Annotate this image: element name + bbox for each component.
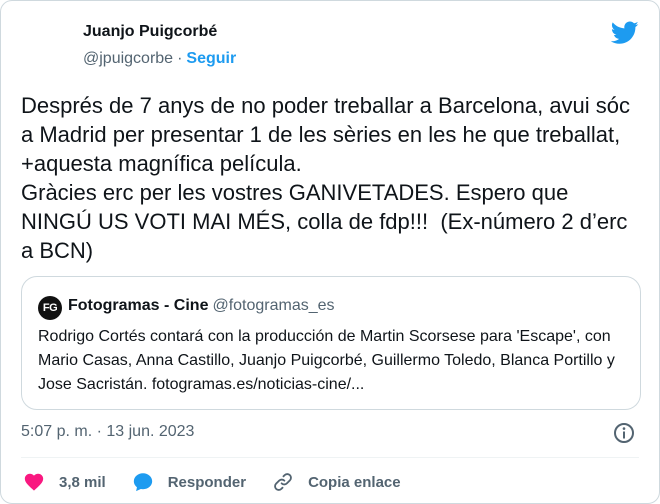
tweet-timestamp[interactable]: 5:07 p. m. · 13 jun. 2023	[21, 423, 194, 441]
tweet-card: Juanjo Puigcorbé @jpuigcorbe · Seguir Desp…	[0, 0, 660, 504]
meta-separator: ·	[177, 50, 183, 67]
like-count: 3,8 mil	[59, 473, 106, 491]
like-button[interactable]: 3,8 mil	[23, 471, 106, 493]
action-bar: 3,8 mil Responder Copia enlace	[23, 467, 427, 497]
fotogramas-logo: FG	[38, 296, 62, 320]
reply-button[interactable]: Responder	[132, 471, 246, 493]
avatar[interactable]	[21, 19, 69, 67]
link-icon	[274, 473, 292, 491]
heart-icon	[24, 473, 44, 491]
follow-button[interactable]: Seguir	[186, 50, 236, 67]
twitter-bird-icon[interactable]	[611, 21, 639, 45]
divider	[21, 457, 639, 458]
quote-author-handle: @fotogramas_es	[212, 297, 335, 314]
reply-bubble-icon	[133, 473, 152, 492]
tweet-header: Juanjo Puigcorbé @jpuigcorbe · Seguir	[21, 13, 643, 73]
author-name[interactable]: Juanjo Puigcorbé	[83, 23, 217, 41]
copy-link-label: Copia enlace	[308, 473, 401, 491]
tweet-text: Després de 7 anys de no poder treballar …	[21, 93, 631, 263]
quote-author: Fotogramas - Cine @fotogramas_es	[68, 297, 335, 315]
quote-author-name: Fotogramas - Cine	[68, 297, 209, 314]
info-icon[interactable]	[612, 421, 636, 445]
reply-label: Responder	[167, 473, 247, 491]
copy-link-button[interactable]: Copia enlace	[272, 471, 401, 493]
quote-text: Rodrigo Cortés contará con la producción…	[38, 328, 615, 393]
author-handle[interactable]: @jpuigcorbe	[83, 50, 173, 67]
quoted-tweet[interactable]: FG Fotogramas - Cine @fotogramas_es Rodri…	[21, 276, 641, 410]
author-meta: @jpuigcorbe · Seguir	[83, 50, 236, 68]
